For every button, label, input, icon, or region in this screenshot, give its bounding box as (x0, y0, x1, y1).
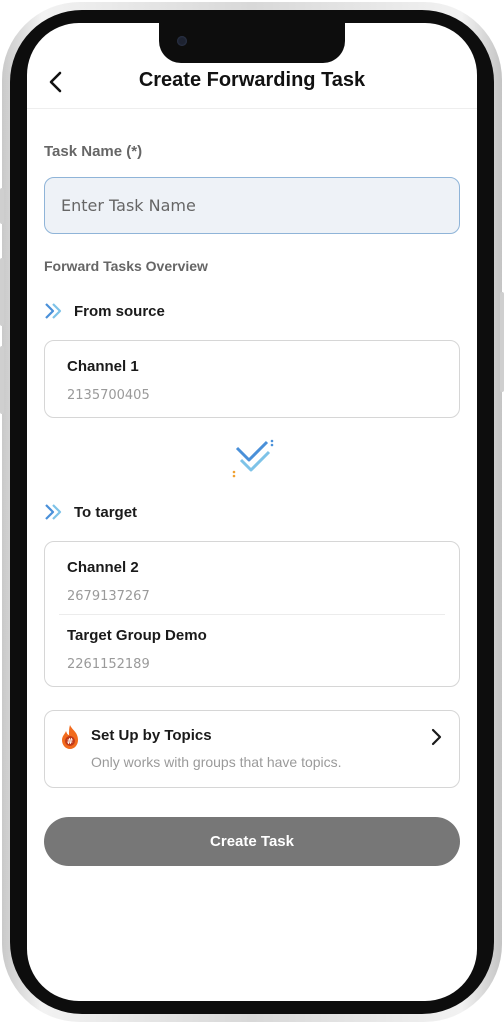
target-label-text: To target (74, 503, 138, 521)
phone-side-button (0, 258, 4, 326)
source-channel-id: 2135700405 (67, 388, 150, 403)
task-name-input[interactable] (44, 177, 460, 234)
phone-side-button (0, 188, 4, 224)
fire-icon: # (62, 725, 78, 749)
target-channel-name: Target Group Demo (67, 627, 207, 644)
svg-text:#: # (67, 737, 74, 746)
phone-side-button (500, 292, 504, 392)
forward-swap-icon (232, 439, 274, 478)
source-section-label: From source (44, 299, 165, 323)
phone-notch (159, 23, 345, 63)
target-channel-id: 2261152189 (67, 657, 150, 672)
app-screen: Create Forwarding Task Task Name (*) For… (27, 23, 477, 1001)
source-label-text: From source (74, 302, 165, 320)
target-section-label: To target (44, 500, 137, 524)
double-chevron-right-icon (45, 303, 62, 319)
target-divider (59, 614, 445, 615)
page-title: Create Forwarding Task (138, 69, 366, 91)
source-card: Channel 1 2135700405 (44, 340, 460, 418)
topics-setup-card[interactable]: # Set Up by Topics Only works with group… (44, 710, 460, 788)
topics-subtitle: Only works with groups that have topics. (91, 754, 342, 770)
source-channel-name: Channel 1 (67, 358, 139, 375)
camera-icon (177, 36, 187, 46)
chevron-right-icon (431, 728, 442, 746)
topics-title: Set Up by Topics (91, 727, 212, 744)
double-chevron-right-icon (45, 504, 62, 520)
overview-heading: Forward Tasks Overview (44, 258, 208, 274)
phone-side-button (0, 346, 4, 414)
target-channel-name: Channel 2 (67, 559, 139, 576)
create-task-button[interactable]: Create Task (44, 817, 460, 866)
target-channel-id: 2679137267 (67, 589, 150, 604)
task-name-label: Task Name (*) (44, 143, 143, 160)
app-header: Create Forwarding Task (27, 59, 477, 109)
target-card: Channel 2 2679137267 Target Group Demo 2… (44, 541, 460, 687)
